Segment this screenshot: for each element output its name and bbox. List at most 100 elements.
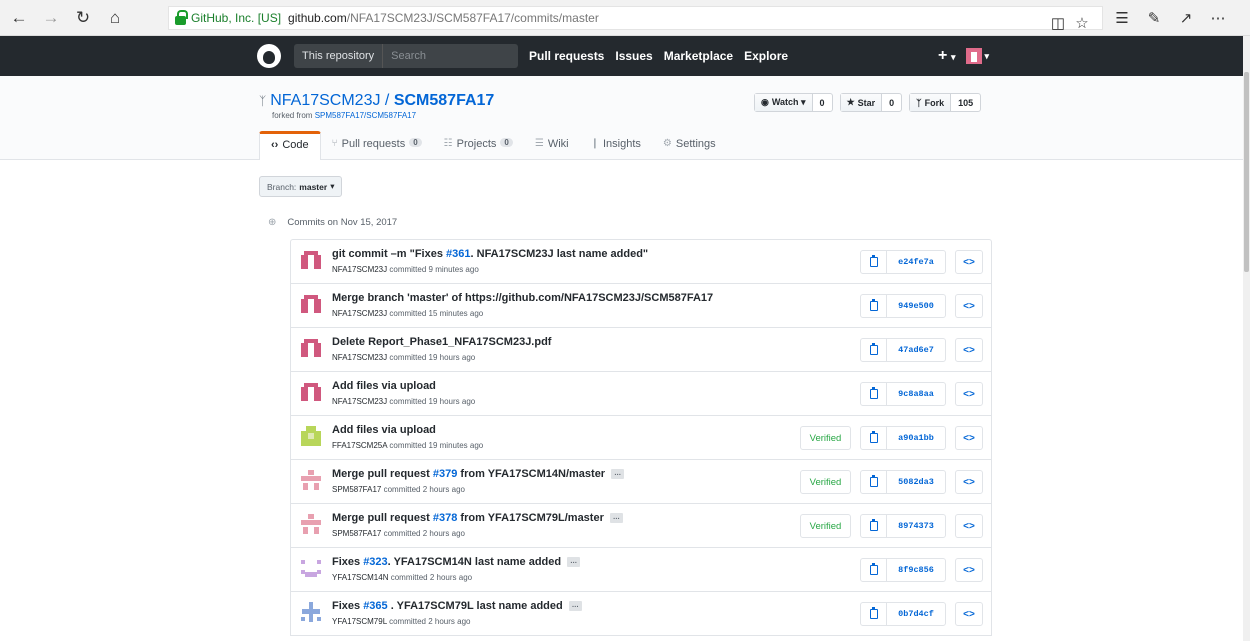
commit-sha-link[interactable]: e24fe7a xyxy=(887,251,945,273)
commit-message[interactable]: Add files via upload xyxy=(332,380,436,392)
copy-sha-button[interactable] xyxy=(861,295,887,317)
verified-badge[interactable]: Verified xyxy=(800,514,851,538)
back-icon[interactable]: ← xyxy=(6,5,32,31)
forked-from-link[interactable]: SPM587FA17/SCM587FA17 xyxy=(315,111,416,120)
commit-author-link[interactable]: NFA17SCM23J xyxy=(332,265,387,274)
tab-wiki[interactable]: ☰ Wiki xyxy=(524,131,580,160)
commit-sha-link[interactable]: 5082da3 xyxy=(887,471,945,493)
commit-author-link[interactable]: YFA17SCM14N xyxy=(332,573,388,582)
star-count[interactable]: 0 xyxy=(882,94,901,111)
expand-message-button[interactable]: … xyxy=(568,601,582,611)
commit-message[interactable]: Fixes #365 . YFA17SCM79L last name added… xyxy=(332,600,582,612)
copy-sha-button[interactable] xyxy=(861,251,887,273)
commit-author-link[interactable]: NFA17SCM23J xyxy=(332,397,387,406)
copy-sha-button[interactable] xyxy=(861,339,887,361)
commit-author-link[interactable]: NFA17SCM23J xyxy=(332,353,387,362)
branch-select-button[interactable]: Branch: master ▾ xyxy=(259,176,343,197)
commit-author-link[interactable]: SPM587FA17 xyxy=(332,485,381,494)
nav-explore[interactable]: Explore xyxy=(744,49,788,63)
commit-message-text[interactable]: Fixes xyxy=(332,556,363,568)
commit-sha-link[interactable]: 9c8a8aa xyxy=(887,383,945,405)
commit-message-text[interactable]: . NFA17SCM23J last name added" xyxy=(471,248,649,260)
avatar[interactable] xyxy=(300,293,322,315)
browse-repository-button[interactable]: <> xyxy=(955,250,983,274)
copy-sha-button[interactable] xyxy=(861,603,887,625)
avatar[interactable] xyxy=(300,469,322,491)
commit-author-link[interactable]: NFA17SCM23J xyxy=(332,309,387,318)
avatar[interactable] xyxy=(300,513,322,535)
nav-pull-requests[interactable]: Pull requests xyxy=(529,49,604,63)
tab-insights[interactable]: ❙ Insights xyxy=(580,131,652,160)
avatar[interactable] xyxy=(300,381,322,403)
commit-sha-link[interactable]: 949e500 xyxy=(887,295,945,317)
commit-message[interactable]: Merge pull request #378 from YFA17SCM79L… xyxy=(332,512,623,524)
commit-message-text[interactable]: Fixes xyxy=(332,600,363,612)
browse-repository-button[interactable]: <> xyxy=(955,558,983,582)
avatar[interactable] xyxy=(300,337,322,359)
copy-sha-button[interactable] xyxy=(861,471,887,493)
watch-button[interactable]: ◉ Watch ▾ xyxy=(755,94,813,111)
commit-message-text[interactable]: Add files via upload xyxy=(332,380,436,392)
issue-link[interactable]: #361 xyxy=(446,248,470,260)
favorites-hub-icon[interactable]: ☰ xyxy=(1110,6,1134,30)
verified-badge[interactable]: Verified xyxy=(800,426,851,450)
commit-message-text[interactable]: Merge branch 'master' of https://github.… xyxy=(332,292,713,304)
browse-repository-button[interactable]: <> xyxy=(955,338,983,362)
refresh-icon[interactable]: ↻ xyxy=(70,5,96,31)
browse-repository-button[interactable]: <> xyxy=(955,382,983,406)
scrollbar-thumb[interactable] xyxy=(1244,72,1249,272)
commit-message[interactable]: Merge pull request #379 from YFA17SCM14N… xyxy=(332,468,625,480)
avatar[interactable] xyxy=(300,601,322,623)
browse-repository-button[interactable]: <> xyxy=(955,602,983,626)
expand-message-button[interactable]: … xyxy=(567,557,581,567)
repo-owner-link[interactable]: NFA17SCM23J xyxy=(270,92,380,109)
avatar[interactable] xyxy=(300,425,322,447)
web-note-icon[interactable]: ✎ xyxy=(1142,6,1166,30)
github-logo-icon[interactable] xyxy=(257,44,281,68)
browse-repository-button[interactable]: <> xyxy=(955,294,983,318)
expand-message-button[interactable]: … xyxy=(609,513,623,523)
fork-button[interactable]: ᛉ Fork xyxy=(910,94,952,111)
avatar[interactable] xyxy=(300,557,322,579)
nav-issues[interactable]: Issues xyxy=(615,49,652,63)
commit-sha-link[interactable]: 8f9c856 xyxy=(887,559,945,581)
commit-message-text[interactable]: . YFA17SCM14N last name added xyxy=(388,556,561,568)
avatar[interactable] xyxy=(300,249,322,271)
address-bar[interactable]: GitHub, Inc. [US] github.com/NFA17SCM23J… xyxy=(168,6,1103,32)
more-icon[interactable]: ⋯ xyxy=(1206,6,1230,30)
copy-sha-button[interactable] xyxy=(861,383,887,405)
commit-message-text[interactable]: Add files via upload xyxy=(332,424,436,436)
favorite-star-icon[interactable]: ☆ xyxy=(1070,11,1094,35)
commit-message-text[interactable]: git commit –m "Fixes xyxy=(332,248,446,260)
tab-projects[interactable]: ☷ Projects 0 xyxy=(433,131,524,160)
commit-message[interactable]: Fixes #323. YFA17SCM14N last name added … xyxy=(332,556,581,568)
nav-marketplace[interactable]: Marketplace xyxy=(664,49,733,63)
browse-repository-button[interactable]: <> xyxy=(955,470,983,494)
tab-settings[interactable]: ⚙ Settings xyxy=(652,131,727,160)
verified-badge[interactable]: Verified xyxy=(800,470,851,494)
commit-message-text[interactable]: from YFA17SCM14N/master xyxy=(457,468,605,480)
repo-name-link[interactable]: SCM587FA17 xyxy=(394,92,495,109)
commit-author-link[interactable]: YFA17SCM79L xyxy=(332,617,387,626)
copy-sha-button[interactable] xyxy=(861,559,887,581)
search-box[interactable]: This repository Search xyxy=(294,44,518,68)
commit-message-text[interactable]: Merge pull request xyxy=(332,512,433,524)
commit-message[interactable]: Merge branch 'master' of https://github.… xyxy=(332,292,713,304)
copy-sha-button[interactable] xyxy=(861,427,887,449)
scrollbar[interactable] xyxy=(1243,36,1250,641)
forward-icon[interactable]: → xyxy=(38,5,64,31)
commit-message[interactable]: git commit –m "Fixes #361. NFA17SCM23J l… xyxy=(332,248,648,260)
commit-sha-link[interactable]: 47ad6e7 xyxy=(887,339,945,361)
issue-link[interactable]: #365 xyxy=(363,600,387,612)
issue-link[interactable]: #378 xyxy=(433,512,457,524)
commit-sha-link[interactable]: 0b7d4cf xyxy=(887,603,945,625)
fork-count[interactable]: 105 xyxy=(951,94,980,111)
issue-link[interactable]: #323 xyxy=(363,556,387,568)
browse-repository-button[interactable]: <> xyxy=(955,514,983,538)
star-button[interactable]: ★ Star xyxy=(840,94,883,111)
tab-pull-requests[interactable]: ⑂ Pull requests 0 xyxy=(321,131,433,160)
commit-message-text[interactable]: Delete Report_Phase1_NFA17SCM23J.pdf xyxy=(332,336,551,348)
share-icon[interactable]: ↗ xyxy=(1174,6,1198,30)
commit-message-text[interactable]: Merge pull request xyxy=(332,468,433,480)
commit-author-link[interactable]: FFA17SCM25A xyxy=(332,441,387,450)
